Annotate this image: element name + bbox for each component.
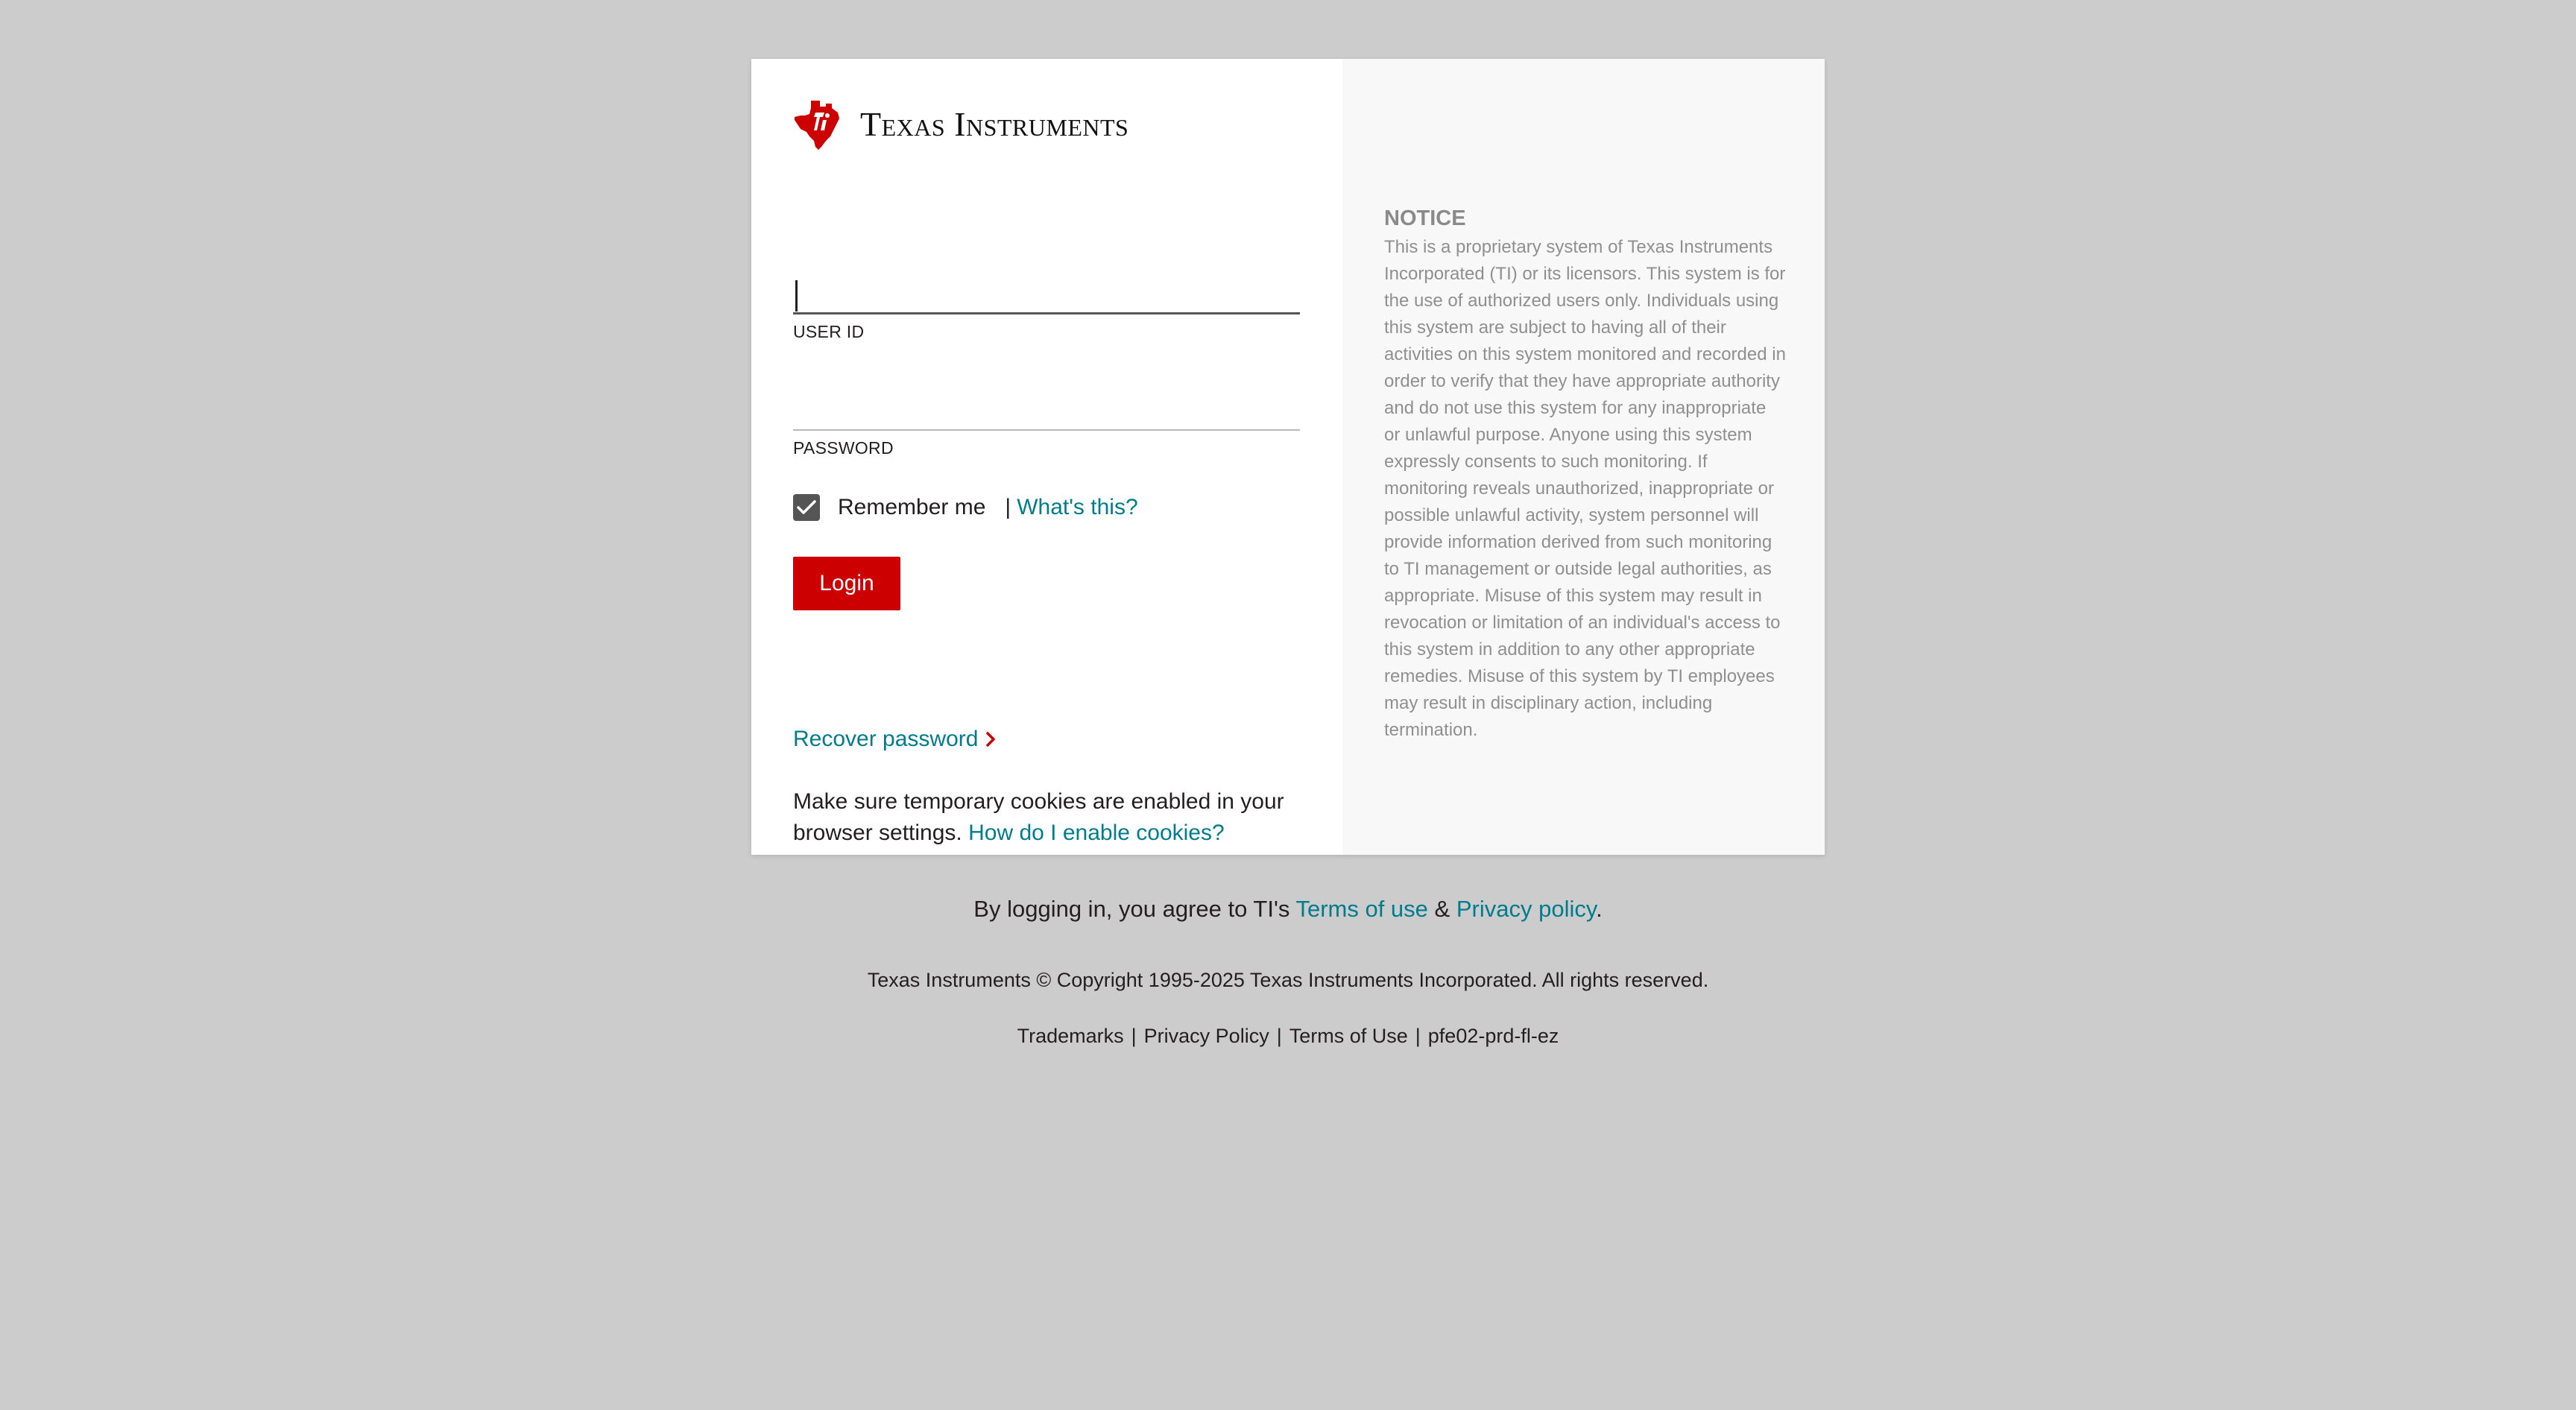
agreement-suffix: . — [1596, 896, 1603, 922]
login-button[interactable]: Login — [793, 557, 900, 610]
agreement-amp: & — [1434, 896, 1450, 922]
password-input[interactable] — [793, 386, 1300, 431]
text-cursor — [795, 280, 798, 312]
remember-me-label: Remember me — [838, 495, 986, 519]
enable-cookies-link[interactable]: How do I enable cookies? — [968, 821, 1225, 845]
agreement-prefix: By logging in, you agree to TI's — [973, 896, 1290, 922]
userid-label: USER ID — [793, 322, 865, 341]
remember-me-checkbox[interactable] — [793, 494, 820, 521]
brand-name: Texas Instruments — [860, 105, 1129, 143]
terms-of-use-link[interactable]: Terms of use — [1295, 896, 1427, 922]
recover-password-link[interactable]: Recover password — [793, 727, 996, 752]
server-id: pfe02-prd-fl-ez — [1427, 1025, 1559, 1047]
chevron-right-icon — [986, 732, 996, 747]
footer-privacy-policy-link[interactable]: Privacy Policy — [1144, 1025, 1269, 1047]
whats-this-link[interactable]: What's this? — [1017, 495, 1137, 520]
agreement-text: By logging in, you agree to TI's Terms o… — [0, 896, 2576, 923]
notice: NOTICE This is a proprietary system of T… — [1384, 206, 1787, 744]
notice-title: NOTICE — [1384, 206, 1466, 230]
password-field-group: PASSWORD — [793, 386, 1300, 458]
ti-logo: Texas Instruments — [793, 98, 1128, 151]
remember-me-row: Remember me | What's this? — [793, 494, 1138, 521]
footer-links: Trademarks | Privacy Policy | Terms of Use | p… — [0, 1025, 2576, 1048]
privacy-policy-link[interactable]: Privacy policy — [1456, 896, 1596, 922]
notice-pane: NOTICE This is a proprietary system of T… — [1342, 59, 1825, 855]
userid-field-group: USER ID — [793, 270, 1300, 342]
footer-separator: | — [1131, 1025, 1137, 1047]
cookie-notice: Make sure temporary cookies are enabled … — [793, 786, 1315, 849]
notice-body: This is a proprietary system of Texas In… — [1384, 237, 1786, 740]
login-card: Texas Instruments USER ID PASSWORD Remem… — [751, 59, 1825, 855]
login-pane: Texas Instruments USER ID PASSWORD Remem… — [751, 59, 1342, 855]
footer-separator: | — [1276, 1025, 1282, 1047]
footer-terms-of-use-link[interactable]: Terms of Use — [1289, 1025, 1408, 1047]
copyright: Texas Instruments © Copyright 1995-2025 … — [867, 969, 1709, 991]
recover-password-label[interactable]: Recover password — [793, 727, 978, 752]
footer-separator: | — [1415, 1025, 1421, 1047]
separator: | — [1005, 495, 1011, 519]
ti-logo-icon — [795, 101, 839, 150]
checkmark-icon — [797, 500, 816, 514]
footer-trademarks-link[interactable]: Trademarks — [1017, 1025, 1124, 1047]
password-label: PASSWORD — [793, 438, 894, 458]
userid-input[interactable] — [793, 270, 1300, 314]
